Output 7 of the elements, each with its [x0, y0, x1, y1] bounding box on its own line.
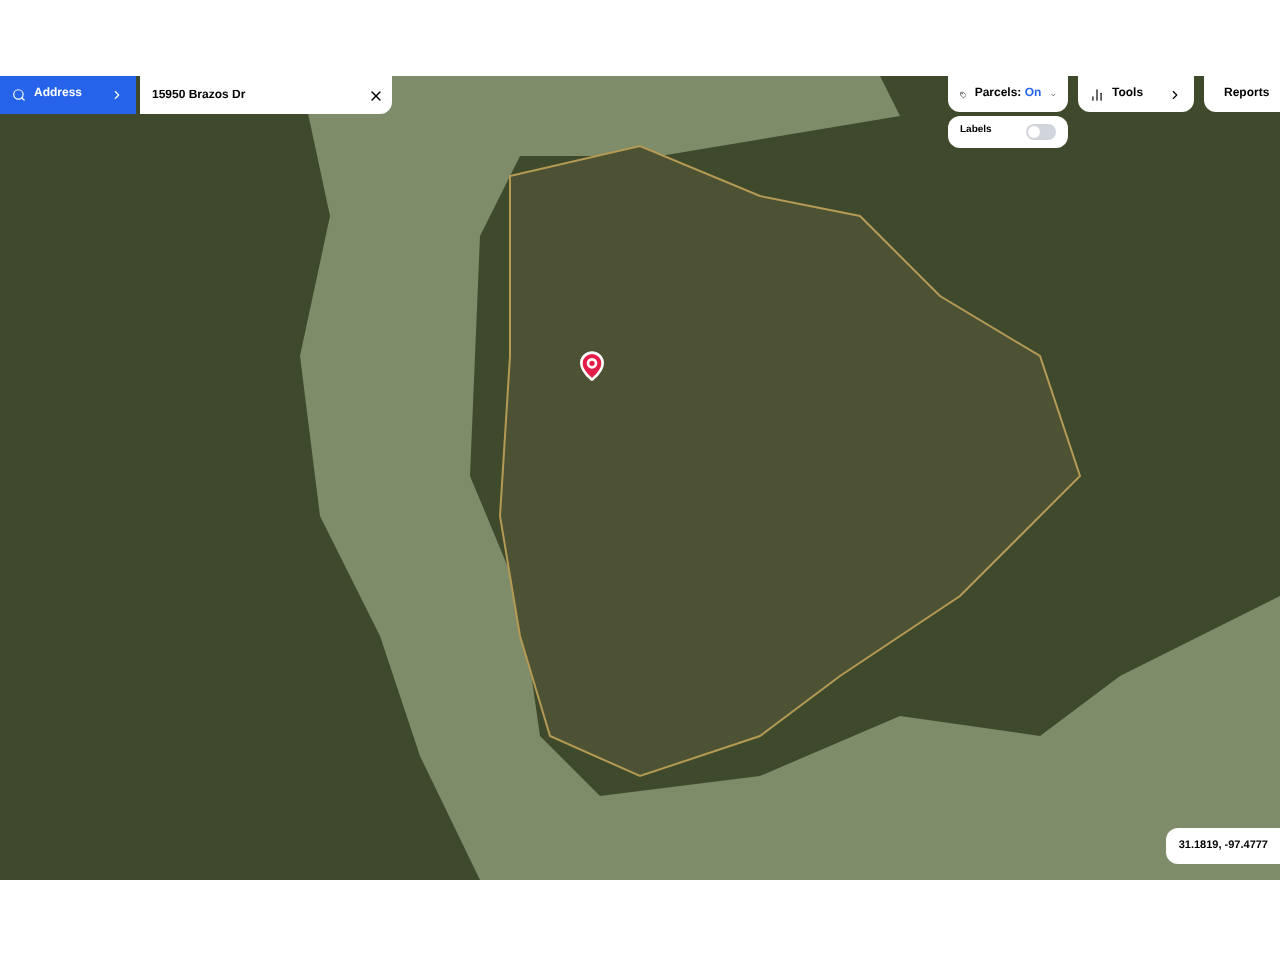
search-icon — [12, 88, 26, 102]
chevron-right-icon — [110, 88, 124, 102]
chevron-right-icon — [1168, 87, 1182, 101]
labels-toggle[interactable] — [1026, 124, 1056, 140]
close-icon — [368, 87, 384, 103]
bar-chart-icon — [1090, 87, 1104, 101]
location-pin-icon — [576, 348, 608, 384]
